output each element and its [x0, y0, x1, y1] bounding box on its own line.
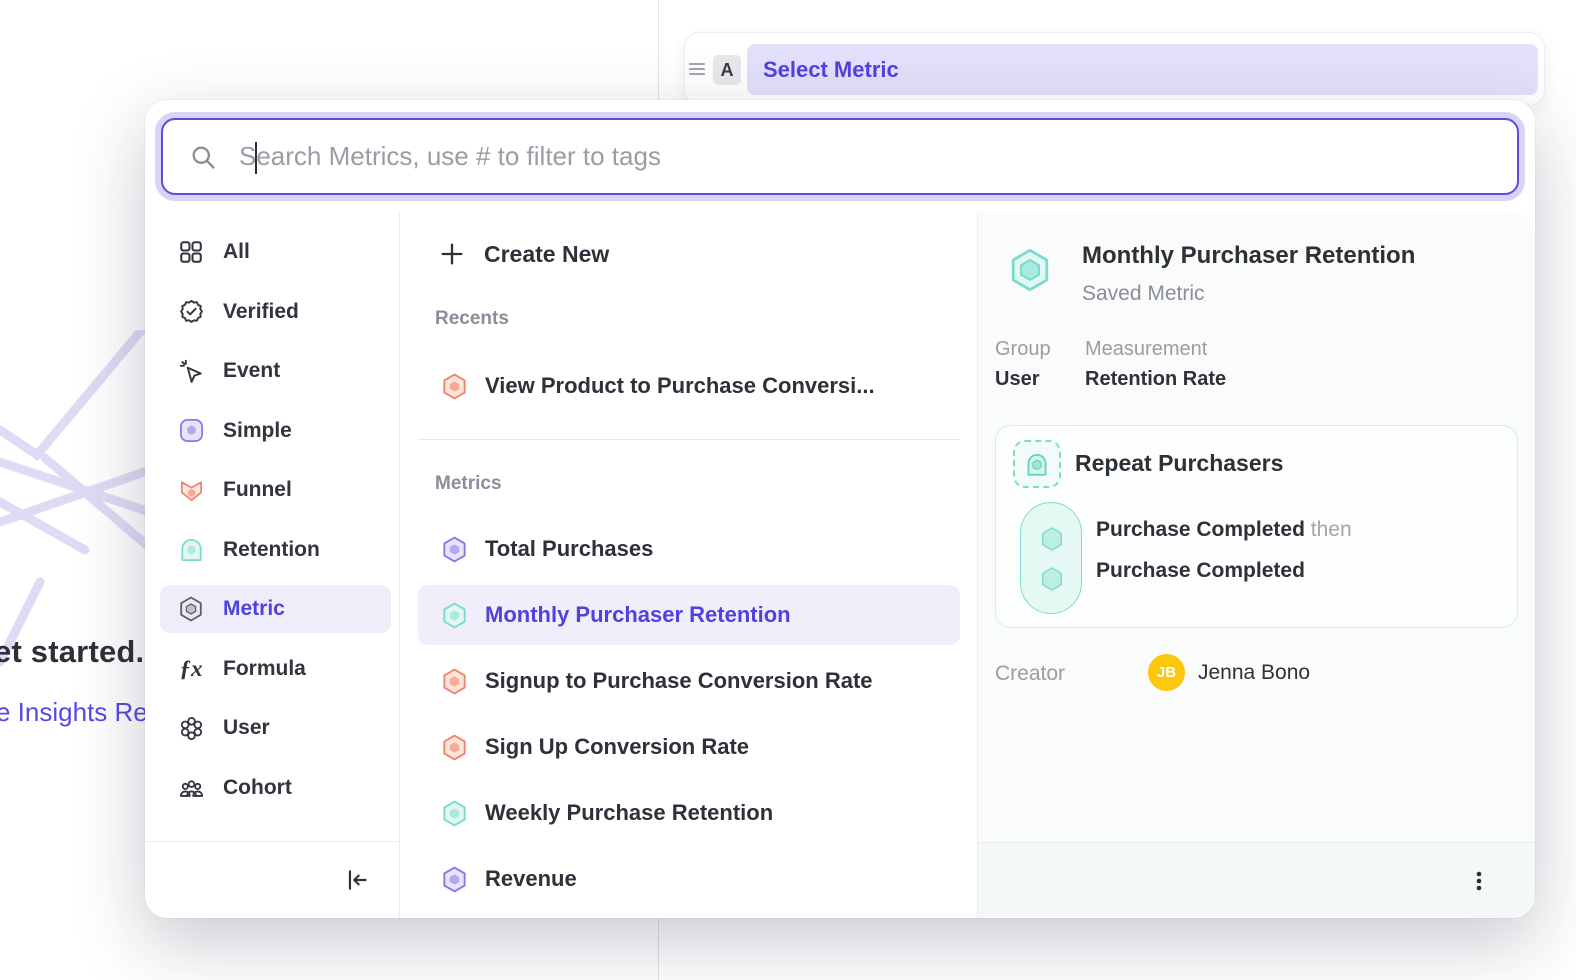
sidebar-item-label: Retention	[223, 538, 320, 562]
retention-arch-icon	[176, 535, 206, 565]
metric-details-panel: Monthly Purchaser Retention Saved Metric…	[978, 212, 1535, 918]
metric-definition-card: Repeat Purchasers Purchase Completed the…	[995, 425, 1518, 628]
formula-fx-icon: ƒx	[176, 654, 206, 684]
sidebar-item-formula[interactable]: ƒx Formula	[160, 645, 391, 693]
hexagon-icon	[440, 667, 469, 696]
metric-item-weekly-purchase-retention[interactable]: Weekly Purchase Retention	[418, 783, 960, 843]
filter-sidebar: All Verified Event	[145, 212, 400, 918]
sidebar-item-label: User	[223, 716, 270, 740]
details-footer	[978, 842, 1535, 918]
text-cursor	[255, 142, 257, 174]
hexagon-icon	[440, 733, 469, 762]
sidebar-item-funnel[interactable]: Funnel	[160, 466, 391, 514]
cohort-people-icon	[176, 773, 206, 803]
metric-item-label: Weekly Purchase Retention	[485, 800, 773, 826]
details-title: Monthly Purchaser Retention	[1082, 242, 1415, 270]
section-divider	[418, 439, 960, 440]
sidebar-item-cohort[interactable]: Cohort	[160, 764, 391, 812]
metric-item-monthly-purchaser-retention[interactable]: Monthly Purchaser Retention	[418, 585, 960, 645]
step-connector: then	[1311, 518, 1352, 541]
sidebar-item-label: Funnel	[223, 478, 292, 502]
event-cursor-icon	[176, 356, 206, 386]
creator-avatar: JB	[1148, 654, 1185, 691]
metric-item-signup-to-purchase-conversion-rate[interactable]: Signup to Purchase Conversion Rate	[418, 651, 960, 711]
query-block-badge: A	[713, 55, 741, 85]
recent-metric-item[interactable]: View Product to Purchase Conversi...	[418, 358, 960, 414]
hexagon-icon	[440, 865, 469, 894]
more-options-icon[interactable]	[1463, 865, 1495, 897]
funnel-icon	[176, 475, 206, 505]
select-metric-button[interactable]: Select Metric	[747, 44, 1538, 95]
sidebar-item-user[interactable]: User	[160, 704, 391, 752]
sidebar-item-all[interactable]: All	[160, 228, 391, 276]
decorative-line-chart	[0, 330, 155, 675]
creator-label: Creator	[995, 662, 1065, 686]
drag-handle-icon[interactable]	[689, 60, 705, 76]
sidebar-item-verified[interactable]: Verified	[160, 288, 391, 336]
creator-name: Jenna Bono	[1198, 661, 1310, 685]
verified-badge-icon	[176, 297, 206, 327]
plus-icon	[438, 240, 466, 268]
metric-hexagon-icon	[1006, 246, 1054, 299]
sidebar-item-label: Simple	[223, 419, 292, 443]
background-link[interactable]: e Insights Re	[0, 697, 148, 728]
collapse-left-icon[interactable]	[341, 864, 373, 896]
sidebar-item-simple[interactable]: Simple	[160, 407, 391, 455]
measurement-value: Retention Rate	[1085, 368, 1226, 391]
search-icon	[189, 143, 217, 171]
funnel-steps-graphic	[1020, 502, 1082, 614]
group-label: Group	[995, 338, 1051, 361]
sidebar-item-label: All	[223, 240, 250, 264]
search-bar	[161, 118, 1519, 195]
sidebar-item-label: Event	[223, 359, 280, 383]
metric-item-label: Total Purchases	[485, 536, 653, 562]
metric-item-total-purchases[interactable]: Total Purchases	[418, 519, 960, 579]
metric-item-label: Revenue	[485, 866, 577, 892]
background-heading: et started.	[0, 634, 144, 670]
retention-arch-icon	[1013, 440, 1061, 488]
metric-item-label: Sign Up Conversion Rate	[485, 734, 749, 760]
hexagon-icon	[440, 799, 469, 828]
create-new-button[interactable]: Create New	[438, 230, 609, 278]
sidebar-item-label: Formula	[223, 657, 306, 681]
details-subtitle: Saved Metric	[1082, 282, 1205, 306]
metric-hexagon-icon	[176, 594, 206, 624]
step-hexagon-icon	[1038, 565, 1066, 593]
sidebar-item-metric[interactable]: Metric	[160, 585, 391, 633]
definition-step-1: Purchase Completed then	[1096, 518, 1352, 542]
definition-name: Repeat Purchasers	[1075, 450, 1283, 477]
sidebar-item-event[interactable]: Event	[160, 347, 391, 395]
measurement-label: Measurement	[1085, 338, 1207, 361]
user-cluster-icon	[176, 713, 206, 743]
hexagon-icon	[440, 372, 469, 401]
sidebar-item-label: Metric	[223, 597, 285, 621]
metrics-header: Metrics	[435, 473, 502, 495]
simple-square-icon	[176, 416, 206, 446]
recent-item-label: View Product to Purchase Conversi...	[485, 373, 875, 399]
group-value: User	[995, 368, 1039, 391]
sidebar-item-label: Cohort	[223, 776, 292, 800]
recents-header: Recents	[435, 308, 509, 330]
sidebar-item-retention[interactable]: Retention	[160, 526, 391, 574]
metric-item-label: Signup to Purchase Conversion Rate	[485, 668, 873, 694]
definition-step-2: Purchase Completed	[1096, 559, 1305, 583]
sidebar-footer	[145, 841, 399, 918]
metric-picker-modal: All Verified Event	[145, 100, 1535, 918]
metric-item-revenue[interactable]: Revenue	[418, 849, 960, 909]
hexagon-icon	[440, 601, 469, 630]
grid-icon	[176, 237, 206, 267]
query-builder-row: A Select Metric	[684, 32, 1545, 106]
hexagon-icon	[440, 535, 469, 564]
metric-item-label: Monthly Purchaser Retention	[485, 602, 791, 628]
sidebar-item-label: Verified	[223, 300, 299, 324]
metric-item-sign-up-conversion-rate[interactable]: Sign Up Conversion Rate	[418, 717, 960, 777]
step-hexagon-icon	[1038, 525, 1066, 553]
metric-list-panel: Create New Recents View Product to Purch…	[400, 212, 978, 918]
search-input[interactable]	[239, 127, 1517, 187]
